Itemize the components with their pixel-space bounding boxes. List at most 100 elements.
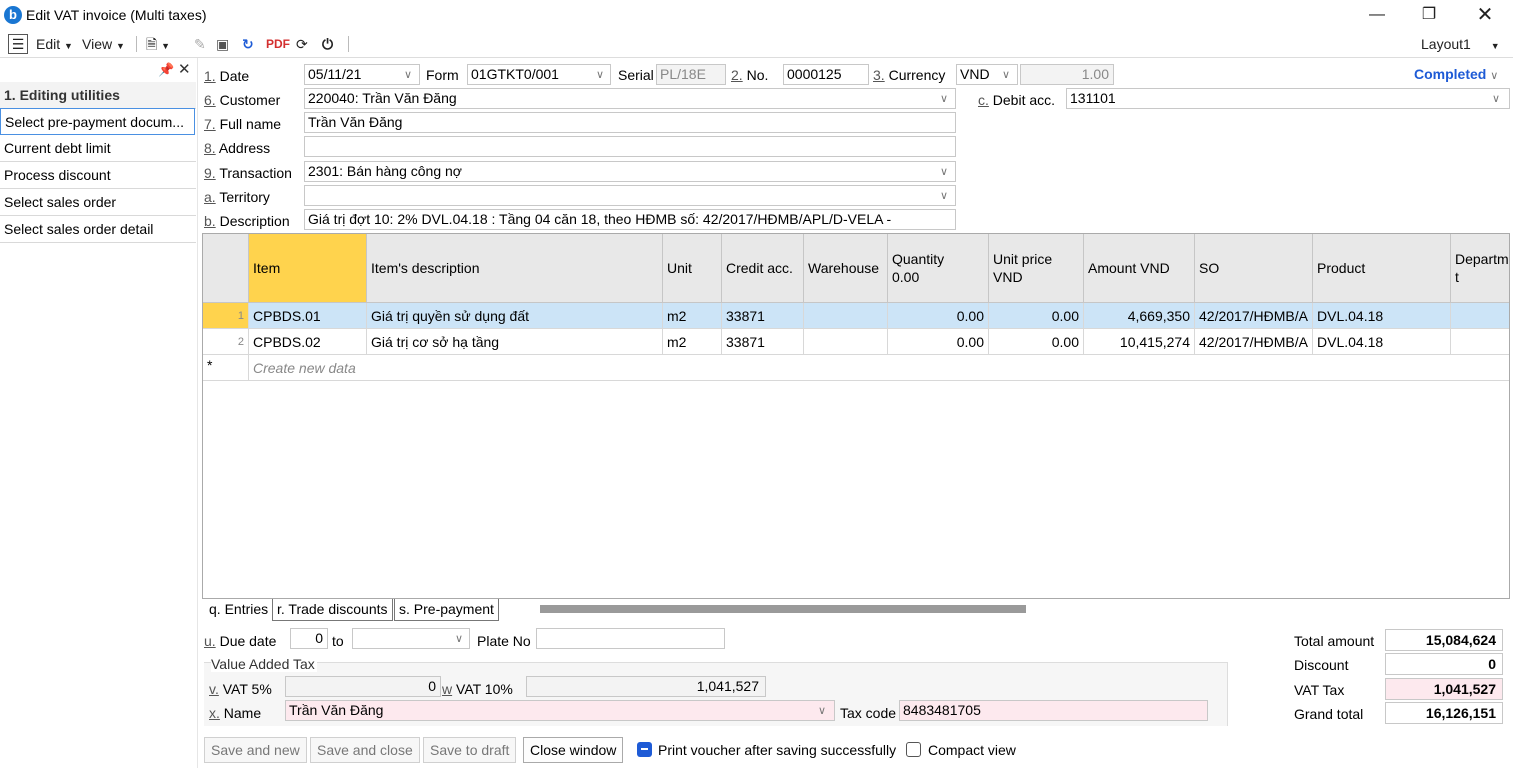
sidebar-item-select-prepayment[interactable]: Select pre-payment docum...: [0, 108, 195, 135]
status-badge[interactable]: Completed ∨: [1414, 66, 1498, 82]
description-field[interactable]: Giá trị đợt 10: 2% DVL.04.18 : Tầng 04 c…: [304, 209, 956, 230]
sidebar-item-select-sales-order-detail[interactable]: Select sales order detail: [0, 216, 196, 243]
tab-entries[interactable]: q. Entries: [204, 599, 274, 621]
column-header-department[interactable]: Departm t: [1451, 234, 1509, 303]
cell-credit-acc[interactable]: 33871: [722, 329, 804, 355]
grid-corner[interactable]: [203, 234, 249, 303]
address-field[interactable]: [304, 136, 956, 157]
tax-code-field[interactable]: 8483481705: [899, 700, 1208, 721]
chevron-down-icon[interactable]: ∨: [455, 632, 463, 645]
serial-field[interactable]: PL/18E: [656, 64, 726, 85]
save-to-draft-button[interactable]: Save to draft: [423, 737, 517, 763]
cell-product[interactable]: DVL.04.18: [1313, 303, 1451, 329]
panel-close-icon[interactable]: ✕: [178, 60, 191, 78]
cell-department[interactable]: [1451, 329, 1509, 355]
menu-icon[interactable]: ☰: [8, 34, 28, 54]
tab-trade-discounts[interactable]: r. Trade discounts: [272, 599, 393, 621]
chevron-down-icon[interactable]: ∨: [596, 68, 604, 81]
vat10-field[interactable]: 1,041,527: [526, 676, 766, 697]
exchange-rate-field[interactable]: 1.00: [1020, 64, 1114, 85]
chevron-down-icon[interactable]: ∨: [1002, 68, 1010, 81]
row-number[interactable]: 1: [203, 303, 249, 329]
tab-pre-payment[interactable]: s. Pre-payment: [394, 599, 499, 621]
sidebar-item-select-sales-order[interactable]: Select sales order: [0, 189, 196, 216]
close-icon[interactable]: ✕: [1462, 2, 1508, 28]
chevron-down-icon[interactable]: ∨: [940, 189, 948, 202]
customer-field[interactable]: 220040: Trần Văn Đăng: [304, 88, 956, 109]
fullname-field[interactable]: Trần Văn Đăng: [304, 112, 956, 133]
pdf-icon[interactable]: PDF: [266, 34, 290, 54]
sidebar-item-current-debt-limit[interactable]: Current debt limit: [0, 135, 196, 162]
restore-icon[interactable]: ❐: [1406, 2, 1452, 28]
chevron-down-icon[interactable]: ∨: [1492, 92, 1500, 105]
save-icon[interactable]: ▣: [216, 34, 229, 54]
compact-view-checkbox[interactable]: [906, 742, 921, 757]
chevron-down-icon[interactable]: ∨: [940, 165, 948, 178]
chevron-down-icon[interactable]: ∨: [404, 68, 412, 81]
cell-so[interactable]: 42/2017/HĐMB/A: [1195, 303, 1313, 329]
column-header-product[interactable]: Product: [1313, 234, 1451, 303]
redo-icon[interactable]: ⟳: [296, 34, 308, 54]
cell-quantity[interactable]: 0.00: [888, 303, 989, 329]
view-menu[interactable]: View ▼: [82, 34, 125, 54]
column-header-unit[interactable]: Unit: [663, 234, 722, 303]
cell-amount[interactable]: 4,669,350: [1084, 303, 1195, 329]
cell-warehouse[interactable]: [804, 303, 888, 329]
date-field[interactable]: 05/11/21: [304, 64, 420, 85]
cell-unit-price[interactable]: 0.00: [989, 303, 1084, 329]
cell-description[interactable]: Giá trị quyền sử dụng đất: [367, 303, 663, 329]
layout-select[interactable]: Layout1 ▼: [1421, 34, 1500, 54]
due-to-date-field[interactable]: [352, 628, 470, 649]
cell-warehouse[interactable]: [804, 329, 888, 355]
cell-amount[interactable]: 10,415,274: [1084, 329, 1195, 355]
pin-icon[interactable]: 📌: [158, 62, 174, 78]
save-and-close-button[interactable]: Save and close: [310, 737, 420, 763]
name-field[interactable]: Trần Văn Đăng: [285, 700, 835, 721]
column-header-quantity[interactable]: Quantity 0.00: [888, 234, 989, 303]
column-header-item[interactable]: Item: [249, 234, 367, 303]
cell-unit-price[interactable]: 0.00: [989, 329, 1084, 355]
minimize-icon[interactable]: —: [1354, 2, 1400, 28]
form-field[interactable]: 01GTKT0/001: [467, 64, 611, 85]
chevron-down-icon[interactable]: ∨: [940, 92, 948, 105]
cell-item[interactable]: CPBDS.02: [249, 329, 367, 355]
close-window-button[interactable]: Close window: [523, 737, 624, 763]
cell-unit[interactable]: m2: [663, 303, 722, 329]
power-icon[interactable]: ⏻: [322, 34, 333, 54]
column-header-amount[interactable]: Amount VND: [1084, 234, 1195, 303]
refresh-icon[interactable]: ↻: [242, 34, 254, 54]
debit-acc-field[interactable]: 131101: [1066, 88, 1510, 109]
no-field[interactable]: 0000125: [783, 64, 869, 85]
sidebar-item-process-discount[interactable]: Process discount: [0, 162, 196, 189]
cell-item[interactable]: CPBDS.01: [249, 303, 367, 329]
due-date-label: u. Due date: [204, 633, 277, 649]
cell-department[interactable]: [1451, 303, 1509, 329]
chevron-down-icon[interactable]: ∨: [818, 704, 826, 717]
edit-menu[interactable]: Edit ▼: [36, 34, 73, 54]
print-voucher-checkbox[interactable]: [637, 742, 652, 757]
edit-pencil-icon[interactable]: ✎: [194, 34, 206, 54]
cell-description[interactable]: Giá trị cơ sở hạ tầng: [367, 329, 663, 355]
due-days-field[interactable]: 0: [290, 628, 328, 649]
column-header-so[interactable]: SO: [1195, 234, 1313, 303]
vat5-field[interactable]: 0: [285, 676, 441, 697]
save-and-new-button[interactable]: Save and new: [204, 737, 307, 763]
total-amount-label: Total amount: [1294, 633, 1375, 649]
create-new-data-row[interactable]: Create new data: [249, 355, 1509, 381]
horizontal-scrollbar[interactable]: [540, 605, 1026, 613]
new-document-icon[interactable]: 🗎 ▼: [146, 34, 170, 54]
transaction-field[interactable]: 2301: Bán hàng công nợ: [304, 161, 956, 182]
cell-credit-acc[interactable]: 33871: [722, 303, 804, 329]
compact-view-label: Compact view: [928, 742, 1016, 758]
column-header-description[interactable]: Item's description: [367, 234, 663, 303]
territory-field[interactable]: [304, 185, 956, 206]
cell-unit[interactable]: m2: [663, 329, 722, 355]
cell-so[interactable]: 42/2017/HĐMB/A: [1195, 329, 1313, 355]
cell-product[interactable]: DVL.04.18: [1313, 329, 1451, 355]
row-number[interactable]: 2: [203, 329, 249, 355]
plate-no-field[interactable]: [536, 628, 725, 649]
column-header-warehouse[interactable]: Warehouse: [804, 234, 888, 303]
cell-quantity[interactable]: 0.00: [888, 329, 989, 355]
column-header-credit-acc[interactable]: Credit acc.: [722, 234, 804, 303]
column-header-unit-price[interactable]: Unit price VND: [989, 234, 1084, 303]
